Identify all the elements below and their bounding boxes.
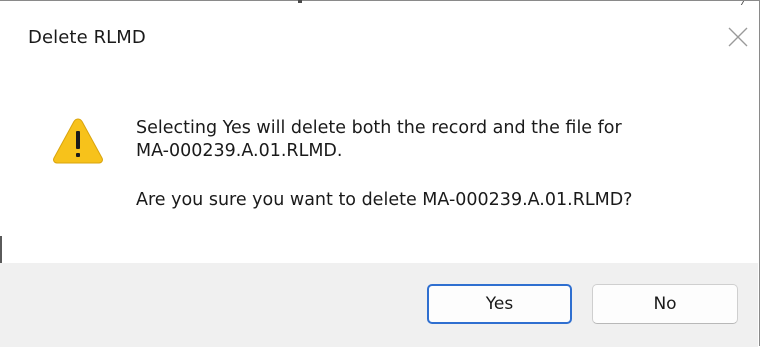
dialog-content: Selecting Yes will delete both the recor… bbox=[0, 73, 758, 263]
message-line-2: MA-000239.A.01.RLMD. bbox=[136, 141, 343, 161]
close-icon bbox=[728, 27, 748, 47]
message-text: Selecting Yes will delete both the recor… bbox=[136, 117, 736, 212]
warning-icon bbox=[53, 118, 103, 164]
title-bar[interactable]: Delete RLMD bbox=[0, 1, 758, 73]
close-button[interactable] bbox=[718, 17, 758, 57]
delete-dialog: Delete RLMD Selecting Yes will delete bo… bbox=[0, 0, 760, 347]
yes-button[interactable]: Yes bbox=[427, 284, 572, 324]
no-button[interactable]: No bbox=[592, 284, 738, 324]
confirmation-question: Are you sure you want to delete MA-00023… bbox=[136, 190, 633, 210]
button-bar: Yes No bbox=[0, 263, 758, 347]
dialog-title: Delete RLMD bbox=[28, 27, 146, 48]
message-line-1: Selecting Yes will delete both the recor… bbox=[136, 118, 622, 138]
